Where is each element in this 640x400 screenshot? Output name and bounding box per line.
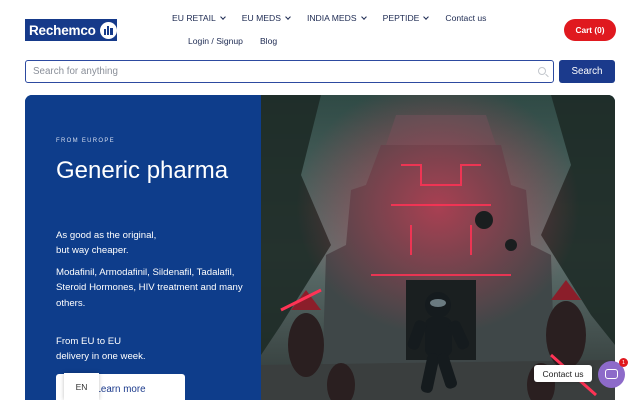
hero-banner: FROM EUROPE Generic pharma As good as th… xyxy=(25,95,615,400)
nav-label: EU RETAIL xyxy=(172,13,216,23)
chevron-down-icon xyxy=(285,14,291,20)
search-bar xyxy=(25,60,554,83)
hero-products: Modafinil, Armodafinil, Sildenafil, Tada… xyxy=(56,267,243,309)
chevron-down-icon xyxy=(360,14,367,20)
nav-contact-us[interactable]: Contact us xyxy=(445,13,486,23)
hero-subtitle-line: but way cheaper. xyxy=(56,245,129,257)
hero-subtitle: As good as the original, but way cheaper… xyxy=(56,228,246,259)
hero-subtitle-line: As good as the original, xyxy=(56,230,157,241)
nav-label: Blog xyxy=(259,36,278,46)
contact-us-label[interactable]: Contact us xyxy=(534,365,592,382)
nav-peptide[interactable]: PEPTIDE xyxy=(382,13,430,23)
chevron-down-icon xyxy=(423,14,430,20)
nav-label: Login / Signup xyxy=(188,36,243,46)
nav-eu-retail[interactable]: EU RETAIL xyxy=(172,13,226,23)
nav-label: INDIA MEDS xyxy=(306,13,357,23)
hero-delivery: From EU to EU delivery in one week. xyxy=(56,334,246,365)
hero-delivery-line: delivery in one week. xyxy=(56,351,146,363)
hero-text-panel: FROM EUROPE Generic pharma As good as th… xyxy=(25,95,261,400)
site-logo[interactable]: Rechemco xyxy=(25,19,117,41)
secondary-nav: Login / Signup Blog xyxy=(188,36,277,46)
search-input[interactable] xyxy=(26,61,553,82)
nav-india-meds[interactable]: INDIA MEDS xyxy=(306,13,367,23)
notification-badge: 1 xyxy=(619,358,628,367)
main-nav: EU RETAIL EU MEDS INDIA MEDS PEPTIDE Con… xyxy=(172,13,486,23)
search-icon xyxy=(538,67,546,75)
cart-button[interactable]: Cart (0) xyxy=(564,19,616,41)
nav-label: Contact us xyxy=(445,13,487,23)
hero-illustration xyxy=(261,95,615,400)
logo-text: Rechemco xyxy=(29,22,96,38)
hero-eyebrow: FROM EUROPE xyxy=(56,138,115,144)
nav-label: PEPTIDE xyxy=(382,13,420,23)
language-selector[interactable]: EN xyxy=(64,373,99,400)
hero-headline: Generic pharma xyxy=(56,157,229,184)
chevron-down-icon xyxy=(219,14,226,20)
nav-blog[interactable]: Blog xyxy=(260,36,277,46)
chat-bubble-icon xyxy=(605,369,618,379)
hero-delivery-line: From EU to EU xyxy=(56,336,122,347)
nav-eu-meds[interactable]: EU MEDS xyxy=(241,13,291,23)
search-button[interactable]: Search xyxy=(559,60,615,83)
logo-mark-icon xyxy=(99,21,117,39)
nav-label: EU MEDS xyxy=(241,13,281,23)
nav-login-signup[interactable]: Login / Signup xyxy=(188,36,243,46)
